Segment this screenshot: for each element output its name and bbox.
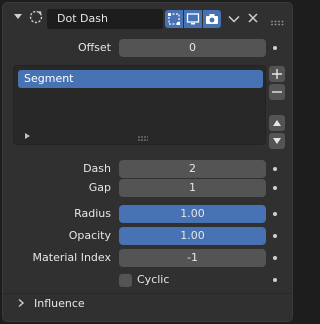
gap-field[interactable]: 1	[119, 179, 266, 197]
edit-mode-icon	[168, 13, 180, 25]
gap-label: Gap	[88, 181, 111, 194]
collapse-chevron-icon[interactable]	[14, 14, 22, 19]
expand-triangle-icon[interactable]	[25, 133, 30, 139]
viewport-display-toggle[interactable]	[184, 10, 202, 28]
add-segment-button[interactable]	[269, 66, 285, 82]
radius-label: Radius	[74, 207, 111, 220]
arrow-down-icon	[273, 138, 281, 144]
modifier-name-field[interactable]: Dot Dash	[47, 9, 163, 29]
minus-icon	[272, 91, 282, 93]
material-index-label: Material Index	[32, 251, 111, 264]
render-toggle[interactable]	[203, 10, 221, 28]
resize-grip-icon[interactable]	[138, 132, 149, 141]
edit-mode-toggle[interactable]	[165, 10, 183, 28]
modifier-header: Dot Dash	[3, 3, 292, 33]
dropdown-chevron-icon[interactable]	[227, 12, 241, 26]
material-index-field[interactable]: -1	[119, 249, 266, 267]
arrow-up-icon	[273, 120, 281, 126]
keyframe-dot-icon[interactable]	[273, 167, 277, 171]
keyframe-dot-icon[interactable]	[273, 186, 277, 190]
dot-dash-modifier-icon	[28, 9, 44, 25]
drag-handle-icon[interactable]	[270, 16, 284, 26]
cyclic-checkbox[interactable]	[119, 274, 132, 287]
opacity-slider[interactable]: 1.00	[119, 227, 266, 245]
cyclic-label[interactable]: Cyclic	[137, 271, 169, 289]
list-item[interactable]: Segment	[18, 70, 263, 88]
keyframe-dot-icon[interactable]	[273, 234, 277, 238]
dash-label: Dash	[83, 162, 111, 175]
close-icon[interactable]	[247, 12, 259, 24]
move-down-button[interactable]	[269, 133, 285, 149]
keyframe-dot-icon[interactable]	[273, 278, 277, 282]
radius-slider[interactable]: 1.00	[119, 205, 266, 223]
monitor-icon	[186, 13, 200, 25]
plus-icon	[272, 69, 282, 79]
dash-field[interactable]: 2	[119, 160, 266, 178]
keyframe-dot-icon[interactable]	[273, 212, 277, 216]
move-up-button[interactable]	[269, 115, 285, 131]
opacity-label: Opacity	[68, 229, 111, 242]
keyframe-dot-icon[interactable]	[273, 256, 277, 260]
remove-segment-button[interactable]	[269, 84, 285, 100]
chevron-right-icon[interactable]	[16, 298, 26, 308]
camera-icon	[206, 14, 218, 24]
influence-subpanel-header[interactable]: Influence	[34, 295, 85, 313]
divider	[3, 293, 292, 294]
modifier-panel: Dot Dash Offset 0 Segment Dash 2 Gap 1 R…	[2, 2, 293, 322]
keyframe-dot-icon[interactable]	[273, 46, 277, 50]
segment-list: Segment	[13, 65, 266, 145]
offset-label: Offset	[77, 41, 111, 54]
offset-field[interactable]: 0	[119, 39, 266, 57]
